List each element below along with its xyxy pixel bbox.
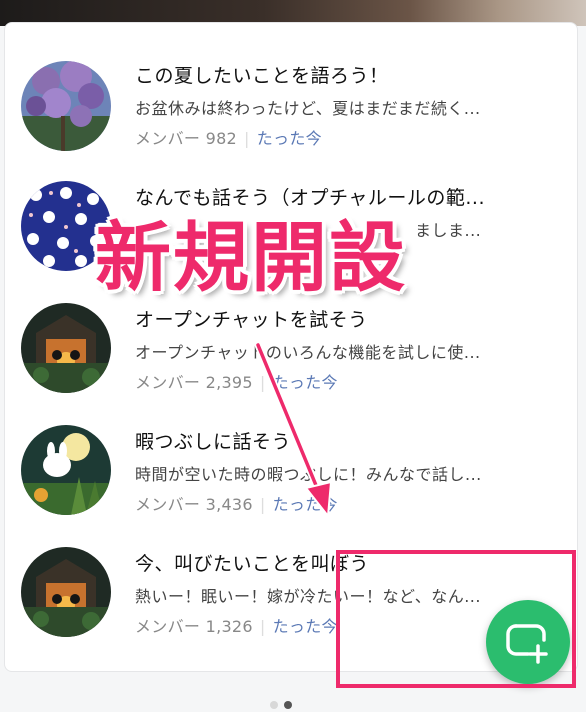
annotation-label: 新規開設 xyxy=(95,213,407,302)
annotation-highlight-box xyxy=(336,550,576,688)
